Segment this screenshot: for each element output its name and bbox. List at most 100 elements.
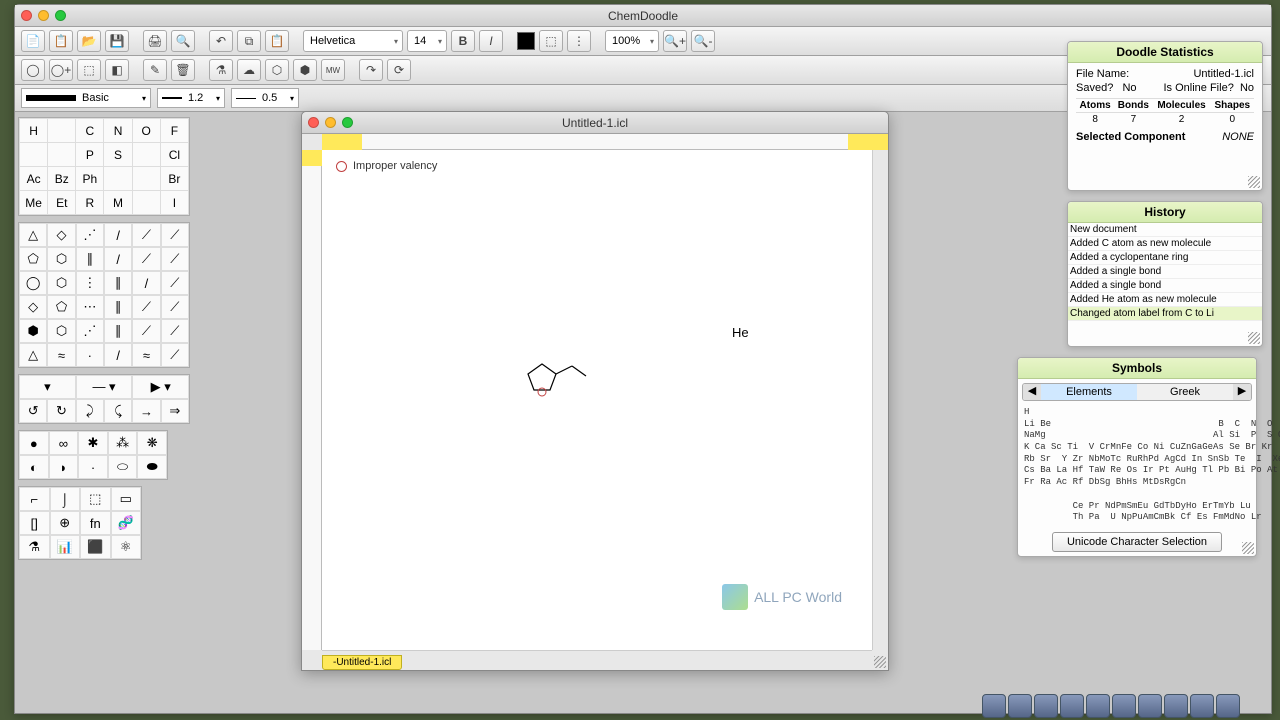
shape-tool[interactable]: △	[19, 223, 47, 247]
arc2[interactable]: ↻	[47, 399, 75, 423]
element-F[interactable]: F	[160, 119, 188, 143]
dock-item[interactable]	[1034, 694, 1058, 718]
undo-button[interactable]: ↶	[209, 30, 233, 52]
next-icon[interactable]: ▶	[1233, 384, 1251, 400]
shape-tool[interactable]: ⟋	[132, 295, 160, 319]
molecule-drawing[interactable]	[522, 360, 592, 400]
zoom-icon[interactable]	[55, 10, 66, 21]
shape-tool[interactable]: ≈	[132, 343, 160, 367]
shape-tool[interactable]: ⬡	[47, 271, 75, 295]
new-file-button[interactable]: 📄	[21, 30, 45, 52]
tool-c[interactable]: ⬡	[265, 59, 289, 81]
element-H[interactable]: H	[20, 119, 48, 143]
br12[interactable]: ⚛	[111, 535, 142, 559]
shape-tool[interactable]: ⋮	[76, 271, 104, 295]
clear-button[interactable]: 🗑	[171, 59, 195, 81]
scrollbar-vertical[interactable]	[872, 150, 888, 650]
dropdown1[interactable]: ▾	[19, 375, 76, 399]
atom-label-he[interactable]: He	[732, 325, 749, 340]
element-I[interactable]: I	[160, 191, 188, 215]
doc-close-icon[interactable]	[308, 117, 319, 128]
tool-b[interactable]: ☁	[237, 59, 261, 81]
shape-tool[interactable]: ◇	[19, 295, 47, 319]
shape-tool[interactable]: /	[132, 271, 160, 295]
dock-item[interactable]	[1190, 694, 1214, 718]
shape-tool[interactable]: ◯	[19, 271, 47, 295]
shape-tool[interactable]: △	[19, 343, 47, 367]
element-Bz[interactable]: Bz	[48, 167, 76, 191]
zoomin-button[interactable]: 🔍+	[663, 30, 687, 52]
arc3[interactable]: ⤸	[76, 399, 104, 423]
tool-a[interactable]: ⚗	[209, 59, 233, 81]
shape-tool[interactable]: ⬡	[47, 319, 75, 343]
dock-item[interactable]	[1216, 694, 1240, 718]
arc4[interactable]: ⤹	[104, 399, 132, 423]
redo-button[interactable]: ↷	[359, 59, 383, 81]
element-S[interactable]: S	[104, 143, 132, 167]
arc1[interactable]: ↺	[19, 399, 47, 423]
fontsize-select[interactable]: 14	[407, 30, 447, 52]
style-select[interactable]: Basic	[21, 88, 151, 108]
dock-item[interactable]	[1164, 694, 1188, 718]
resize-handle-icon[interactable]	[1248, 176, 1260, 188]
element-Ac[interactable]: Ac	[20, 167, 48, 191]
element-C[interactable]: C	[76, 119, 104, 143]
shape-tool[interactable]: ≈	[47, 343, 75, 367]
paste-button[interactable]: 📋	[265, 30, 289, 52]
orb9[interactable]: ⬭	[108, 455, 138, 479]
shape-tool[interactable]: ⟋	[161, 343, 189, 367]
bold-button[interactable]: B	[451, 30, 475, 52]
shape-tool[interactable]: ∥	[104, 271, 132, 295]
orb3[interactable]: ✱	[78, 431, 108, 455]
shape-tool[interactable]: ⋰	[76, 223, 104, 247]
element-P[interactable]: P	[76, 143, 104, 167]
eraser-button[interactable]: ◧	[105, 59, 129, 81]
arrow-d[interactable]: ⇒	[161, 399, 189, 423]
italic-button[interactable]: I	[479, 30, 503, 52]
minimize-icon[interactable]	[38, 10, 49, 21]
shape-tool[interactable]: /	[104, 223, 132, 247]
shape-tool[interactable]: ⟋	[161, 247, 189, 271]
shape-tool[interactable]: ⟋	[132, 247, 160, 271]
shape-tool[interactable]: ⋰	[76, 319, 104, 343]
element-Et[interactable]: Et	[48, 191, 76, 215]
tab-elements[interactable]: Elements	[1041, 384, 1137, 400]
orb5[interactable]: ❋	[137, 431, 167, 455]
doc-min-icon[interactable]	[325, 117, 336, 128]
history-item[interactable]: Added He atom as new molecule	[1068, 293, 1262, 307]
copy-button[interactable]: ⧉	[237, 30, 261, 52]
shape-tool[interactable]: ◇	[47, 223, 75, 247]
br1[interactable]: ⌐	[19, 487, 50, 511]
text-align-button[interactable]: ⋮	[567, 30, 591, 52]
dock-item[interactable]	[1008, 694, 1032, 718]
br6[interactable]: ⊕	[50, 511, 81, 535]
br5[interactable]: []	[19, 511, 50, 535]
open-button[interactable]: 📂	[77, 30, 101, 52]
text-frame-button[interactable]: ⬚	[539, 30, 563, 52]
zoomout-button[interactable]: 🔍-	[691, 30, 715, 52]
br11[interactable]: ⬛	[80, 535, 111, 559]
shape-tool[interactable]: ·	[76, 343, 104, 367]
shape-tool[interactable]: ⬠	[19, 247, 47, 271]
shape-tool[interactable]: ⬡	[47, 247, 75, 271]
mw-button[interactable]: MW	[321, 59, 345, 81]
shape-tool[interactable]: ⟋	[161, 295, 189, 319]
br2[interactable]: ⌡	[50, 487, 81, 511]
shape-tool[interactable]: ∥	[104, 319, 132, 343]
br8[interactable]: 🧬	[111, 511, 142, 535]
history-item[interactable]: Added a single bond	[1068, 265, 1262, 279]
br7[interactable]: fn	[80, 511, 111, 535]
resize-handle-icon[interactable]	[1242, 542, 1254, 554]
document-tab[interactable]: -Untitled-1.icl	[322, 655, 402, 670]
lineweight1[interactable]: 1.2	[157, 88, 225, 108]
element-Ph[interactable]: Ph	[76, 167, 104, 191]
element-Me[interactable]: Me	[20, 191, 48, 215]
resize-handle-icon[interactable]	[874, 656, 886, 668]
shape-tool[interactable]: /	[104, 247, 132, 271]
lineweight2[interactable]: 0.5	[231, 88, 299, 108]
marquee-button[interactable]: ⬚	[77, 59, 101, 81]
lasso-add-button[interactable]: ◯+	[49, 59, 73, 81]
dock-item[interactable]	[1138, 694, 1162, 718]
dock-item[interactable]	[1112, 694, 1136, 718]
new-doc-button[interactable]: 📋	[49, 30, 73, 52]
